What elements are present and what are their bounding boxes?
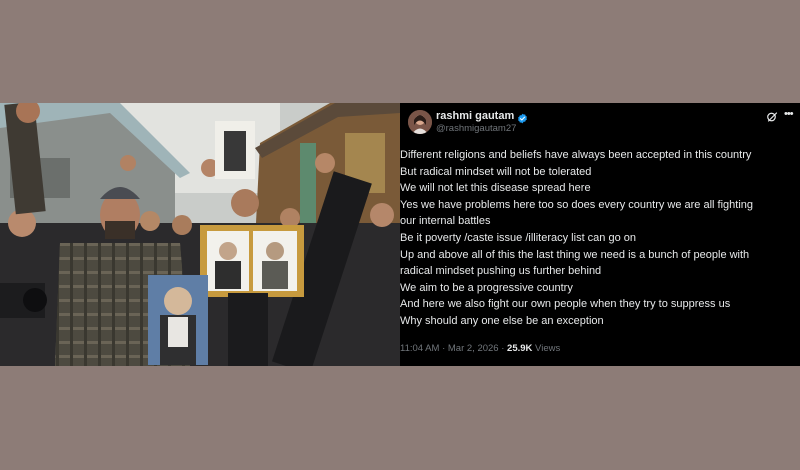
tweet-card: rashmi gautam @rashmigautam27 ••• Differ… [400, 103, 800, 366]
tweet-line: And here we also fight our own people wh… [400, 298, 731, 311]
more-options-icon[interactable]: ••• [784, 108, 794, 120]
verified-badge-icon [517, 111, 528, 123]
protest-photo [0, 103, 400, 366]
tweet-time[interactable]: 11:04 AM [400, 343, 439, 354]
tweet-text: Different religions and beliefs have alw… [400, 147, 796, 330]
author-name-row[interactable]: rashmi gautam [436, 109, 528, 123]
tweet-meta: 11:04 AM · Mar 2, 2026 · 25.9K Views [400, 343, 560, 354]
meta-separator: · [439, 343, 448, 354]
tweet-line: But radical mindset will not be tolerate… [400, 165, 592, 178]
tweet-line: Why should any one else be an exception [400, 314, 604, 327]
tweet-date[interactable]: Mar 2, 2026 [448, 343, 499, 354]
views-label: Views [535, 343, 561, 354]
grok-icon[interactable] [766, 110, 778, 122]
avatar[interactable] [408, 110, 432, 134]
tweet-line: Yes we have problems here too so does ev… [400, 198, 754, 211]
tweet-line: radical mindset pushing us further behin… [400, 265, 602, 278]
tweet-line: We aim to be a progressive country [400, 281, 573, 294]
views-count: 25.9K [507, 343, 533, 354]
tweet-line: Be it poverty /caste issue /illiteracy l… [400, 231, 636, 244]
tweet-line: We will not let this disease spread here [400, 182, 591, 195]
avatar-image [408, 110, 432, 134]
protest-photo-illustration [0, 103, 400, 366]
display-name[interactable]: rashmi gautam [436, 110, 514, 122]
tweet-line: Different religions and beliefs have alw… [400, 149, 752, 161]
user-handle[interactable]: @rashmigautam27 [436, 123, 516, 134]
meta-separator: · [498, 343, 508, 354]
tweet-line: Up and above all of this the last thing … [400, 248, 750, 261]
tweet-line: our internal battles [400, 215, 491, 228]
